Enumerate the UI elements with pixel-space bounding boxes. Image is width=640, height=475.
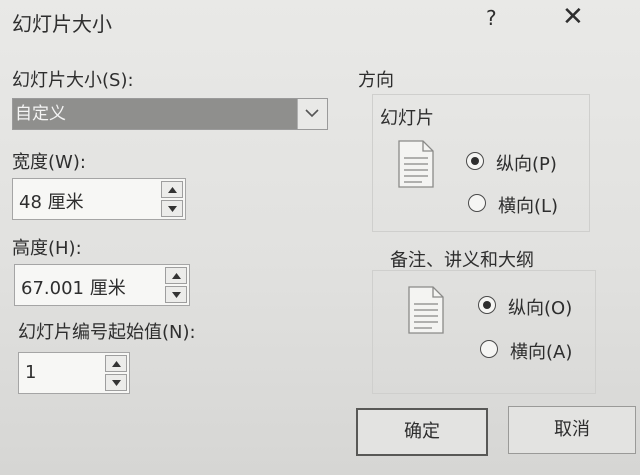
radio-circle (466, 152, 484, 170)
numbering-spinner[interactable]: 1 (18, 352, 130, 394)
notes-landscape-label: 横向(A) (510, 342, 573, 363)
portrait-page-icon (408, 286, 444, 334)
height-value: 67.001 厘米 (21, 278, 126, 299)
chevron-down-icon[interactable] (297, 99, 327, 129)
slides-landscape-label: 横向(L) (498, 196, 559, 217)
height-decrease-button[interactable] (165, 286, 187, 303)
caret-down-icon (172, 292, 181, 298)
numbering-label: 幻灯片编号起始值(N): (18, 322, 196, 343)
slides-portrait-label: 纵向(P) (496, 154, 557, 175)
numbering-value: 1 (25, 362, 37, 383)
notes-portrait-radio[interactable]: 纵向(O) (478, 294, 588, 319)
caret-up-icon (168, 187, 177, 193)
radio-circle (480, 340, 498, 358)
height-spinner[interactable]: 67.001 厘米 (14, 264, 190, 306)
slides-orientation-heading: 幻灯片 (380, 108, 434, 129)
slide-size-dialog: 幻灯片大小 ? ✕ 幻灯片大小(S): 自定义 宽度(W): 48 厘米 高度(… (0, 0, 640, 475)
radio-selected-dot (483, 301, 491, 309)
dialog-title: 幻灯片大小 (12, 12, 112, 36)
caret-up-icon (172, 273, 181, 279)
slide-size-value: 自定义 (13, 99, 297, 129)
width-increase-button[interactable] (161, 181, 183, 198)
width-spin-buttons (161, 181, 183, 217)
radio-circle (468, 194, 486, 212)
notes-portrait-label: 纵向(O) (508, 298, 573, 319)
notes-orientation-heading: 备注、讲义和大纲 (390, 250, 534, 271)
slide-size-select[interactable]: 自定义 (12, 98, 328, 130)
numbering-increase-button[interactable] (105, 355, 127, 372)
width-decrease-button[interactable] (161, 200, 183, 217)
radio-circle (478, 296, 496, 314)
caret-down-icon (168, 206, 177, 212)
width-label: 宽度(W): (12, 152, 86, 173)
help-button[interactable]: ? (486, 6, 497, 30)
height-increase-button[interactable] (165, 267, 187, 284)
slides-landscape-radio[interactable]: 横向(L) (468, 192, 578, 217)
width-spinner[interactable]: 48 厘米 (12, 178, 186, 220)
numbering-spin-buttons (105, 355, 127, 391)
height-label: 高度(H): (12, 238, 82, 259)
close-button[interactable]: ✕ (562, 2, 584, 32)
caret-down-icon (112, 380, 121, 386)
numbering-decrease-button[interactable] (105, 374, 127, 391)
notes-orientation-group (372, 270, 596, 394)
portrait-page-icon (398, 140, 434, 188)
slides-portrait-radio[interactable]: 纵向(P) (466, 150, 576, 175)
ok-button[interactable]: 确定 (356, 408, 488, 456)
width-value: 48 厘米 (19, 192, 84, 213)
orientation-heading: 方向 (358, 70, 394, 91)
cancel-button[interactable]: 取消 (508, 406, 636, 454)
radio-selected-dot (471, 157, 479, 165)
caret-up-icon (112, 361, 121, 367)
slide-size-label: 幻灯片大小(S): (12, 70, 134, 91)
notes-landscape-radio[interactable]: 横向(A) (480, 338, 590, 363)
height-spin-buttons (165, 267, 187, 303)
